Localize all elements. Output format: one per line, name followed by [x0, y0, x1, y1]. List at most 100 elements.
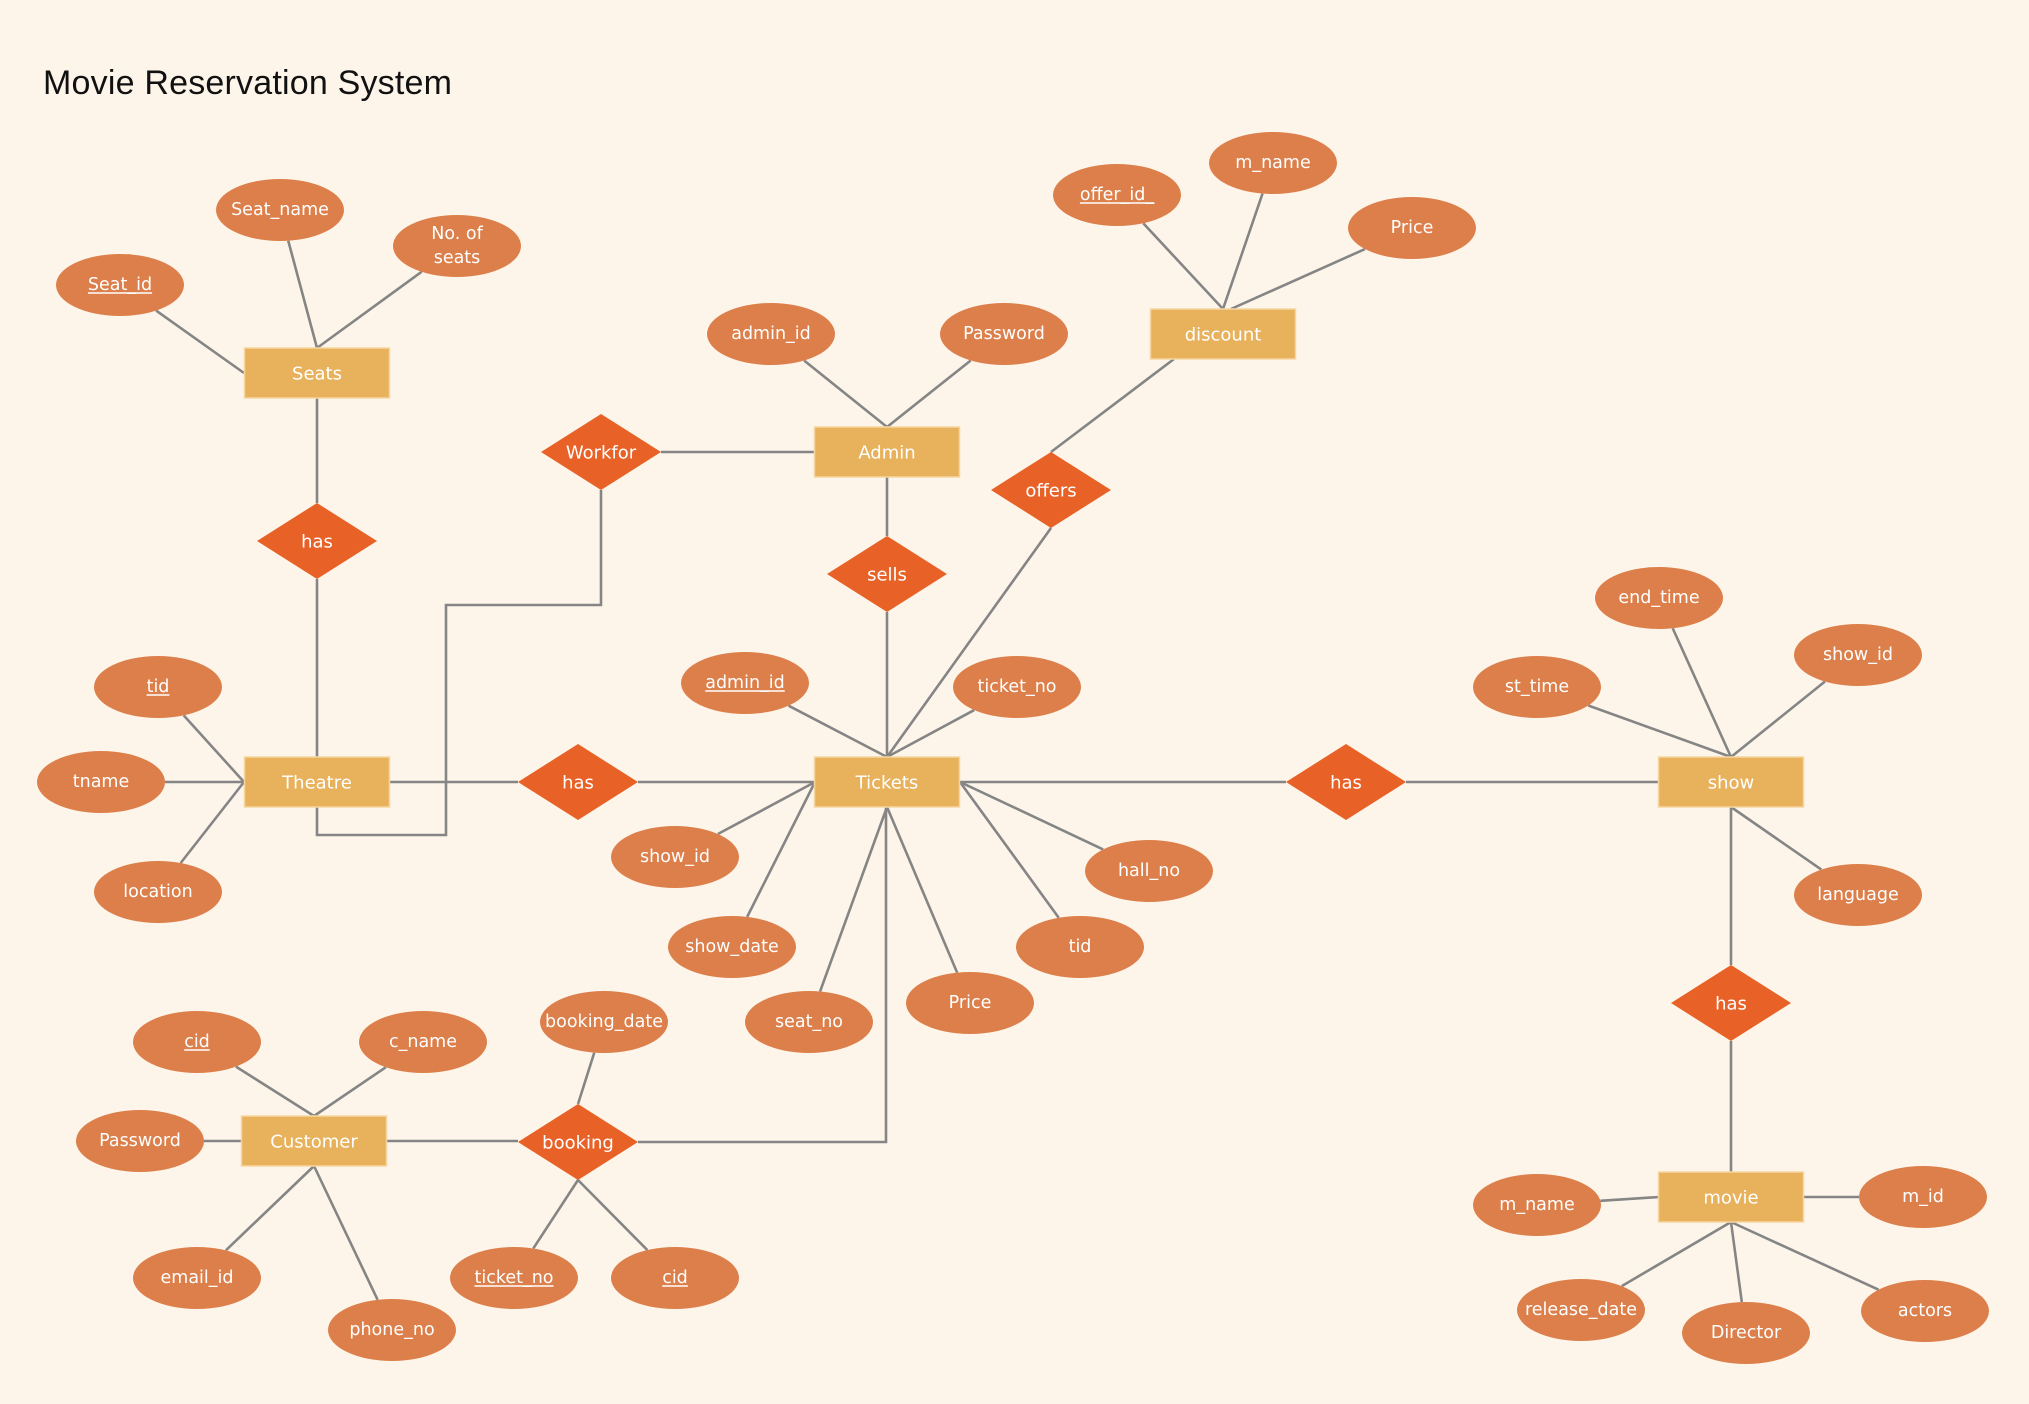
- attribute-no_of_seats[interactable]: No. of seats: [393, 215, 521, 277]
- attribute-c_name[interactable]: c_name: [359, 1011, 487, 1073]
- attribute-hall_no[interactable]: hall_no: [1085, 840, 1213, 902]
- relationship-booking[interactable]: booking: [518, 1104, 638, 1180]
- relationship-has_theatre_tickets[interactable]: has: [518, 744, 638, 820]
- entity-admin[interactable]: Admin: [813, 426, 961, 478]
- entity-tickets[interactable]: Tickets: [813, 756, 961, 808]
- nodes: Seats Admin discount Theatre Tickets show Cust…: [37, 132, 1989, 1364]
- attribute-label: admin_id: [731, 324, 811, 344]
- entity-theatre[interactable]: Theatre: [243, 756, 391, 808]
- entity-show[interactable]: show: [1657, 756, 1805, 808]
- attribute-st_time[interactable]: st_time: [1473, 656, 1601, 718]
- attribute-discount_m_name[interactable]: m_name: [1209, 132, 1337, 194]
- attribute-label: location: [123, 882, 192, 902]
- attribute-tickets_tid[interactable]: tid: [1016, 916, 1144, 978]
- attribute-admin_password[interactable]: Password: [940, 303, 1068, 365]
- connector-location-theatre: [179, 781, 246, 864]
- key-attribute-label: Seat_id: [88, 275, 152, 295]
- attribute-label: release_date: [1525, 1300, 1637, 1320]
- entity-label: Customer: [270, 1132, 358, 1153]
- attribute-location[interactable]: location: [94, 861, 222, 923]
- entity-discount[interactable]: discount: [1149, 308, 1297, 360]
- attribute-label: email_id: [161, 1268, 234, 1288]
- attribute-tickets_price[interactable]: Price: [906, 972, 1034, 1034]
- relationship-label: booking: [542, 1133, 614, 1154]
- attribute-show_show_id[interactable]: show_id: [1794, 624, 1922, 686]
- entity-customer[interactable]: Customer: [240, 1115, 388, 1167]
- relationship-workfor[interactable]: Workfor: [541, 414, 661, 490]
- attribute-label: end_time: [1618, 588, 1699, 608]
- connector-booking_date-booking: [576, 1052, 596, 1105]
- attribute-show_date[interactable]: show_date: [668, 916, 796, 978]
- attribute-customer_password[interactable]: Password: [76, 1110, 204, 1172]
- attribute-label: tname: [73, 772, 130, 792]
- entity-movie[interactable]: movie: [1657, 1171, 1805, 1223]
- relationship-sells[interactable]: sells: [827, 536, 947, 612]
- attribute-movie_m_name[interactable]: m_name: [1473, 1174, 1601, 1236]
- key-attribute-label: ticket_no: [474, 1268, 553, 1288]
- connector-show_date-tickets: [745, 781, 817, 918]
- attribute-booking_cid[interactable]: cid: [611, 1247, 739, 1309]
- key-attribute-label: cid: [184, 1032, 210, 1052]
- entity-seats[interactable]: Seats: [243, 347, 391, 399]
- attribute-theatre_tid[interactable]: tid: [94, 656, 222, 718]
- attribute-label: Password: [963, 324, 1045, 344]
- attribute-booking_date[interactable]: booking_date: [540, 991, 668, 1053]
- attribute-email_id[interactable]: email_id: [133, 1247, 261, 1309]
- attribute-discount_price[interactable]: Price: [1348, 197, 1476, 259]
- attribute-release_date[interactable]: release_date: [1517, 1279, 1645, 1341]
- attribute-seat_no[interactable]: seat_no: [745, 991, 873, 1053]
- attribute-director[interactable]: Director: [1682, 1302, 1810, 1364]
- connector-booking_ticket_no-booking: [532, 1179, 580, 1250]
- attribute-label-line: No. of: [431, 224, 483, 244]
- attribute-seat_id[interactable]: Seat_id: [56, 254, 184, 316]
- relationship-has_show_movie[interactable]: has: [1671, 965, 1791, 1041]
- relationship-label: has: [1330, 773, 1362, 794]
- attribute-label: m_name: [1499, 1195, 1574, 1215]
- connector-end_time-show: [1671, 627, 1733, 758]
- attribute-offer_id[interactable]: offer_id_: [1053, 164, 1181, 226]
- connector-admin_admin_id-admin: [803, 359, 888, 429]
- attribute-label: hall_no: [1118, 861, 1180, 881]
- relationship-label: has: [301, 532, 333, 553]
- attribute-booking_ticket_no[interactable]: ticket_no: [450, 1247, 578, 1309]
- connector-c_name-customer: [313, 1066, 387, 1118]
- relationship-has_seats_theatre[interactable]: has: [257, 503, 377, 579]
- attribute-tickets_show_id[interactable]: show_id: [611, 826, 739, 888]
- relationship-label: has: [562, 773, 594, 794]
- relationship-has_tickets_show[interactable]: has: [1286, 744, 1406, 820]
- relationship-label: sells: [867, 565, 907, 586]
- attribute-m_id[interactable]: m_id: [1859, 1166, 1987, 1228]
- attribute-tickets_admin_id[interactable]: admin_id: [681, 652, 809, 714]
- connector-seat_id-seats: [155, 309, 245, 375]
- connector-seat_no-tickets: [818, 806, 889, 992]
- key-attribute-label: cid: [662, 1268, 688, 1288]
- entity-label: Seats: [292, 364, 342, 385]
- connector-tickets_ticket_no-tickets: [886, 708, 975, 759]
- connector-st_time-show: [1587, 704, 1732, 759]
- attribute-label: language: [1817, 885, 1898, 905]
- attribute-language[interactable]: language: [1794, 864, 1922, 926]
- attribute-tickets_ticket_no[interactable]: ticket_no: [953, 656, 1081, 718]
- attribute-tname[interactable]: tname: [37, 751, 165, 813]
- connector-tickets_admin_id-tickets: [787, 704, 888, 759]
- attribute-admin_admin_id[interactable]: admin_id: [707, 303, 835, 365]
- connector-offer_id-discount: [1142, 222, 1224, 310]
- entity-label: Admin: [858, 443, 915, 464]
- connector-release_date-movie: [1621, 1220, 1732, 1288]
- connector-movie_m_name-movie: [1600, 1195, 1660, 1203]
- attribute-label: c_name: [389, 1032, 457, 1052]
- attribute-actors[interactable]: actors: [1861, 1280, 1989, 1342]
- attribute-seat_name[interactable]: Seat_name: [216, 179, 344, 241]
- attribute-label: Password: [99, 1131, 181, 1151]
- attribute-end_time[interactable]: end_time: [1595, 567, 1723, 629]
- attribute-phone_no[interactable]: phone_no: [328, 1299, 456, 1361]
- attribute-label: Seat_name: [231, 200, 329, 220]
- entity-label: Theatre: [281, 773, 352, 794]
- entity-label: Tickets: [855, 773, 919, 794]
- key-attribute-label: tid: [147, 677, 170, 697]
- connector-booking_cid-booking: [577, 1179, 649, 1251]
- attribute-customer_cid[interactable]: cid: [133, 1011, 261, 1073]
- connector-phone_no-customer: [312, 1165, 379, 1301]
- connector-tickets_price-tickets: [885, 806, 959, 974]
- relationship-offers[interactable]: offers: [991, 452, 1111, 528]
